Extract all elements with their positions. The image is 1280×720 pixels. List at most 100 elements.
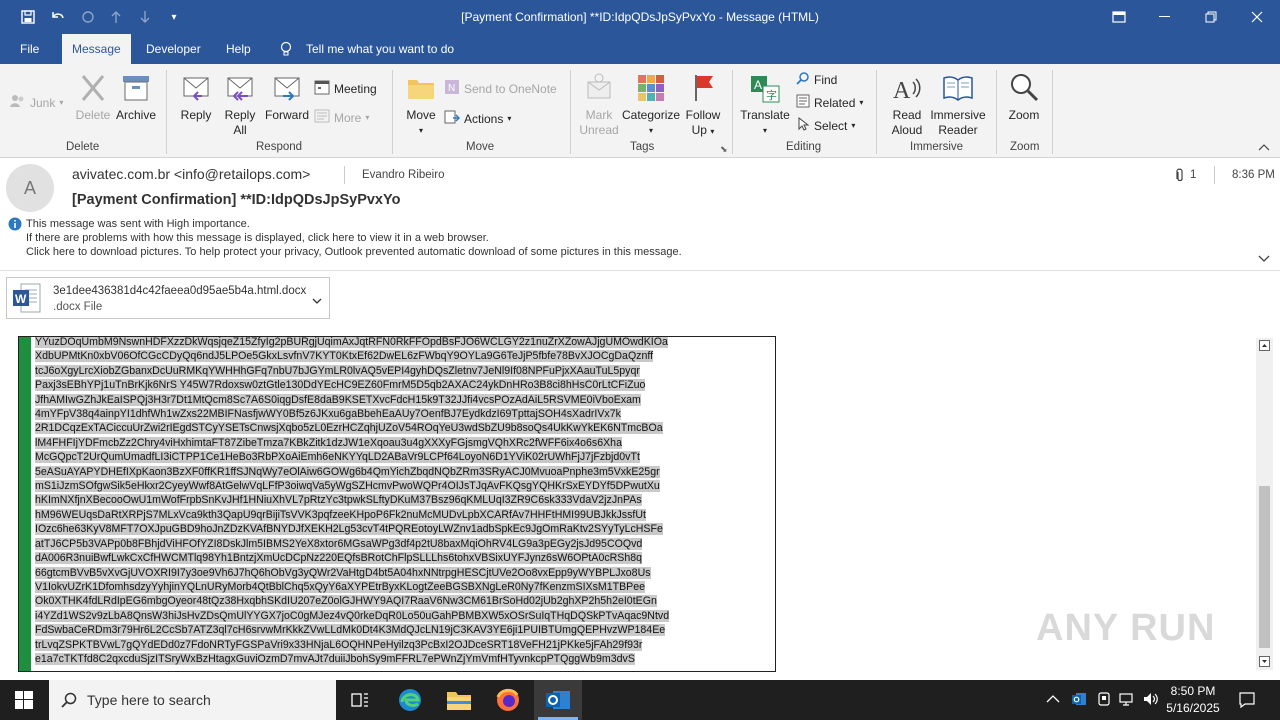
- zoom-button[interactable]: Zoom: [1004, 72, 1044, 123]
- body-text-line: 4mYFpV38q4ainpYI1dhfWh1wZxs22MBIFNasfjwW…: [35, 407, 757, 421]
- categorize-button[interactable]: Categorize ▾: [622, 72, 680, 138]
- group-separator: [392, 70, 393, 154]
- taskbar-search[interactable]: Type here to search: [49, 680, 336, 720]
- svg-text:字: 字: [766, 88, 777, 102]
- tab-developer[interactable]: Developer: [146, 42, 201, 56]
- body-text-line: i4YZd1WS2v9zLbA8QnsW3hiJsHvZDsQmUlYYGX7j…: [35, 609, 757, 623]
- more-respond-button[interactable]: More ▾: [314, 109, 369, 126]
- related-button[interactable]: Related ▾: [796, 94, 863, 111]
- view-in-browser-notice[interactable]: If there are problems with how this mess…: [26, 232, 489, 244]
- close-button[interactable]: [1234, 0, 1280, 34]
- tab-help[interactable]: Help: [226, 42, 251, 56]
- task-view-icon[interactable]: [344, 684, 376, 716]
- translate-icon: A字: [749, 72, 781, 104]
- edge-icon[interactable]: [394, 684, 426, 716]
- ribbon-display-icon[interactable]: [1096, 0, 1142, 34]
- windows-start-icon[interactable]: [8, 684, 40, 716]
- mark-unread-button[interactable]: Mark Unread: [578, 72, 620, 138]
- group-label-immersive: Immersive: [910, 141, 964, 153]
- ribbon: Junk ▾ Delete Archive Delete Reply Reply …: [0, 64, 1280, 158]
- attachment-count: 1: [1190, 169, 1197, 181]
- tags-dialog-launcher-icon[interactable]: ⬊: [720, 144, 728, 155]
- body-text: V1IokvUZrK1DfomhsdzyYyhjinYQLnURyMorb4Qt…: [35, 580, 645, 593]
- attachment-menu-icon[interactable]: [312, 294, 322, 308]
- tab-message[interactable]: Message: [62, 34, 131, 64]
- body-text: FdSwbaCeRDm3r79Hr6L2CcSb7ATZ3ql7cH6srvwM…: [35, 624, 666, 637]
- vertical-scrollbar[interactable]: [1256, 338, 1273, 670]
- svg-text:N: N: [448, 83, 455, 94]
- notifications-icon[interactable]: [1238, 691, 1256, 712]
- select-button[interactable]: Select ▾: [796, 116, 855, 134]
- find-icon: [796, 71, 810, 88]
- scroll-down-icon[interactable]: [1259, 656, 1270, 670]
- body-text: 5eASuAYAPYDHEfIXpKaon3BzXF0ffKR1ffSJNqWy…: [35, 465, 660, 478]
- firefox-icon[interactable]: [492, 684, 524, 716]
- reply-all-button[interactable]: Reply All: [220, 72, 260, 138]
- body-text: atTJ6CP5b3VAPp0b8FBhjdViHFOfYZI8DskJlm5I…: [35, 537, 643, 550]
- network-icon[interactable]: [1118, 691, 1136, 710]
- clock-date[interactable]: 5/16/2025: [1162, 701, 1224, 715]
- find-button[interactable]: Find: [796, 71, 837, 88]
- lightbulb-icon: [280, 41, 292, 60]
- junk-button[interactable]: Junk ▾: [10, 94, 63, 111]
- outlook-taskbar-button[interactable]: [534, 680, 582, 720]
- flag-icon: [687, 72, 719, 104]
- body-text-line: IOzc6he63KyV8MFT7OXJpuGBD9hoJnZDzKVAfBNY…: [35, 522, 757, 536]
- divider: [1214, 166, 1215, 184]
- minimize-button[interactable]: [1142, 0, 1188, 34]
- expand-infobar-icon[interactable]: [1258, 252, 1270, 266]
- sender[interactable]: avivatec.com.br <info@retailops.com>: [72, 166, 310, 182]
- body-text: tcJ6oXgyLrcXiobZGbanxDcUuRMKqYWHHhGFq7nb…: [35, 364, 640, 377]
- send-to-onenote-button[interactable]: N Send to OneNote: [444, 79, 557, 98]
- reply-all-icon: [224, 72, 256, 104]
- body-text: Paxj3sEBhYPj1uTnBrKjk6NrS Y45W7Rdoxsw0zt…: [35, 379, 646, 392]
- device-tray-icon[interactable]: [1096, 691, 1112, 710]
- actions-button[interactable]: Actions ▾: [444, 109, 511, 128]
- file-explorer-icon[interactable]: [443, 684, 475, 716]
- attachment-chip[interactable]: W 3e1dee436381d4c42faeea0d95ae5b4a.html.…: [6, 277, 330, 319]
- green-side-bar: [19, 337, 31, 671]
- tell-me-search[interactable]: Tell me what you want to do: [306, 42, 454, 56]
- follow-up-button[interactable]: Follow Up ▾: [682, 72, 724, 139]
- tab-file[interactable]: File: [20, 42, 39, 56]
- avatar: A: [6, 164, 54, 212]
- group-separator: [1052, 70, 1053, 154]
- group-label-editing: Editing: [786, 141, 822, 153]
- reply-button[interactable]: Reply: [176, 72, 216, 123]
- archive-button[interactable]: Archive: [114, 72, 158, 123]
- group-label-delete: Delete: [66, 141, 100, 153]
- body-text: dA006R3nuiBwfLwkCxCfHWCMTlq98Yh1BntzjXmU…: [35, 552, 643, 565]
- body-text: trLvqZSPKTBVwL7gQYdEDd0z7FdoNRTyFGSPaVri…: [35, 638, 643, 651]
- body-text: 66gtcmBVvB5vXvGjUVOXRI9I7y3oe9Vh6J7hQ6hO…: [35, 566, 651, 579]
- read-aloud-button[interactable]: A Read Aloud: [884, 72, 930, 138]
- volume-icon[interactable]: [1142, 691, 1160, 710]
- translate-button[interactable]: A字 Translate ▾: [740, 72, 790, 138]
- svg-text:W: W: [15, 292, 27, 306]
- move-button[interactable]: Move ▾: [402, 72, 440, 138]
- clock-time[interactable]: 8:50 PM: [1162, 684, 1224, 698]
- group-separator: [570, 70, 571, 154]
- outlook-tray-icon[interactable]: [1071, 691, 1087, 710]
- group-label-zoom: Zoom: [1010, 141, 1040, 153]
- forward-button[interactable]: Forward: [262, 72, 312, 123]
- group-separator: [876, 70, 877, 154]
- attachment-name: 3e1dee436381d4c42faeea0d95ae5b4a.html.do…: [53, 285, 307, 297]
- body-text: hM96WEUqsDaRtXRPjS7MLxVca9kth3QapU9qrBij…: [35, 508, 646, 521]
- delete-button[interactable]: Delete: [74, 72, 112, 123]
- delete-icon: [77, 72, 109, 104]
- window-title: [Payment Confirmation] **ID:IdpQDsJpSyPv…: [461, 10, 819, 24]
- immersive-reader-icon: [942, 72, 974, 104]
- restore-button[interactable]: [1188, 0, 1234, 34]
- download-pictures-notice[interactable]: Click here to download pictures. To help…: [26, 246, 682, 258]
- immersive-reader-button[interactable]: Immersive Reader: [928, 72, 988, 138]
- collapse-ribbon-icon[interactable]: [1258, 142, 1270, 154]
- show-hidden-icons-icon[interactable]: [1046, 693, 1060, 707]
- meeting-button[interactable]: Meeting: [314, 79, 377, 98]
- body-text-line: Ok0XTHK4fdLRdIpEG6mbgOyeor48tQz38HxqbhSK…: [35, 594, 757, 608]
- info-icon: [8, 217, 22, 234]
- scroll-up-icon[interactable]: [1259, 340, 1270, 354]
- body-text-line: hKImNXfjnXBecooOwU1mWofFrpbSnKvJHf1HNiuX…: [35, 493, 757, 507]
- more-icon: [314, 109, 330, 126]
- recipient[interactable]: Evandro Ribeiro: [362, 169, 444, 181]
- scrollbar-thumb[interactable]: [1259, 486, 1270, 648]
